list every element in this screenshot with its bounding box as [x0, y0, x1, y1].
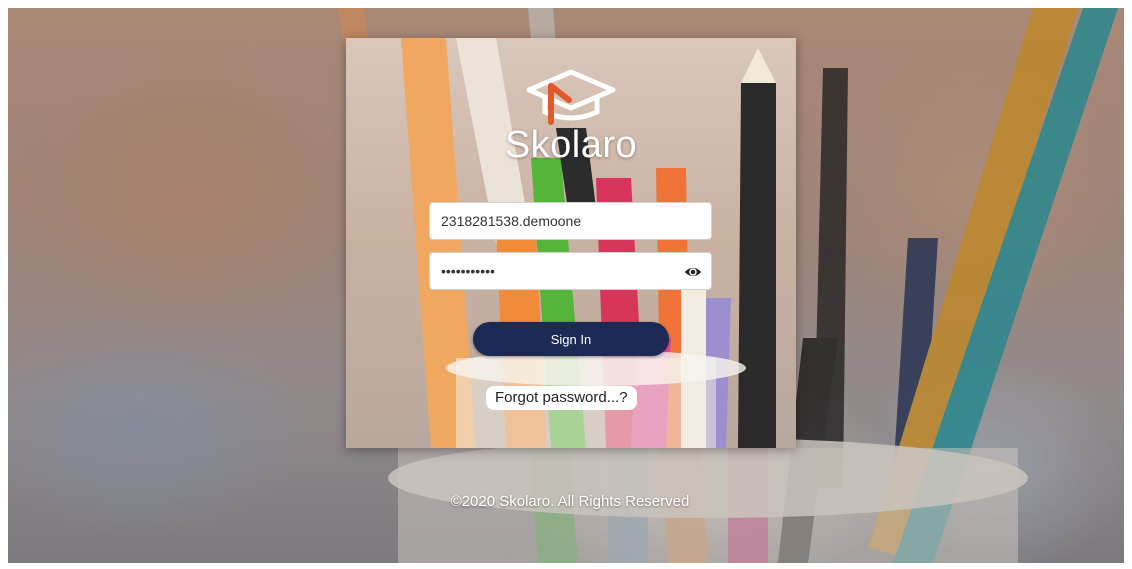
eye-icon[interactable]: [684, 263, 702, 281]
forgot-password-link[interactable]: Forgot password...?: [486, 386, 637, 410]
login-card: Skolaro Sign In Forgot password...?: [346, 38, 796, 448]
login-page: Skolaro Sign In Forgot password...? ©202…: [8, 8, 1124, 563]
graduation-cap-icon: [526, 69, 616, 125]
sign-in-button[interactable]: Sign In: [473, 322, 669, 356]
password-input[interactable]: [430, 253, 681, 289]
brand-name: Skolaro: [504, 124, 638, 166]
username-field-container: [429, 202, 712, 240]
username-input[interactable]: [430, 203, 681, 239]
password-field-container: [429, 252, 712, 290]
copyright-text: ©2020 Skolaro. All Rights Reserved: [450, 493, 690, 510]
